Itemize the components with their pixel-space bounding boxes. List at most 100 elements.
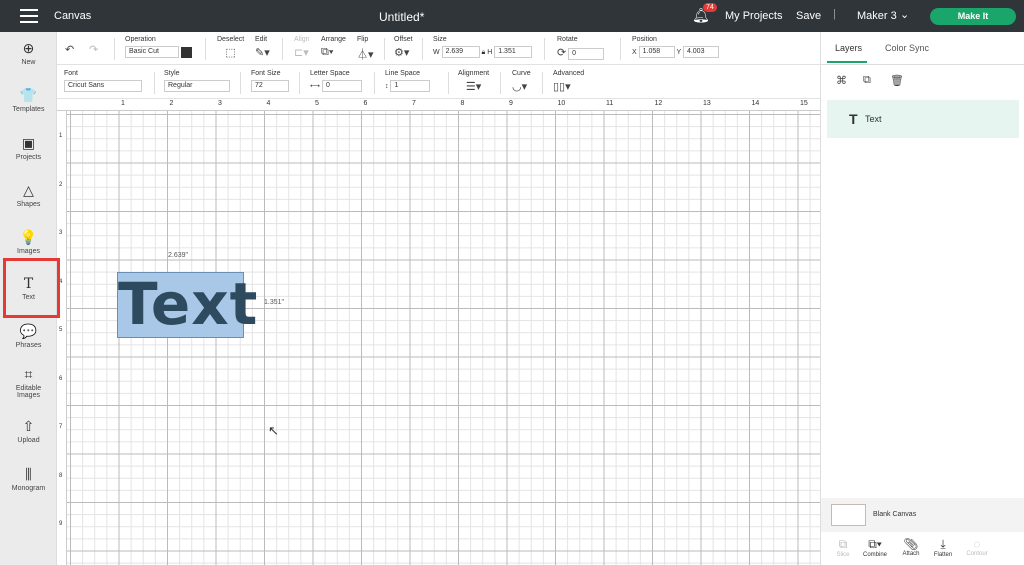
shirt-icon: 👕 [19, 87, 38, 103]
divider: | [833, 8, 836, 20]
undo-icon[interactable]: ↶ [65, 43, 74, 56]
sidebar-item-shapes[interactable]: △ Shapes [0, 182, 57, 208]
pencil-icon[interactable]: ✎▾ [255, 47, 270, 59]
text-object[interactable]: Text [117, 272, 257, 338]
line-space-icon: ↕ [385, 82, 389, 90]
upload-icon: ⇧ [22, 418, 35, 434]
advanced-label: Advanced [553, 70, 585, 77]
letter-space-input[interactable]: 0 [322, 80, 362, 92]
ruler-tick: 3 [59, 230, 63, 236]
sidebar-item-images[interactable]: 💡 Images [0, 229, 57, 255]
project-title: Untitled* [379, 10, 425, 24]
height-dimension: 1.351" [264, 299, 285, 306]
h-label: H [487, 48, 493, 56]
speech-bubble-icon: 💬 [19, 323, 38, 339]
blank-canvas-label: Blank Canvas [873, 511, 917, 518]
width-input[interactable]: 2.639 [441, 46, 480, 58]
chevron-down-icon[interactable]: ⌄ [900, 8, 909, 21]
projects-icon: ▣ [21, 135, 36, 151]
label: New [21, 59, 36, 66]
ruler-tick: 10 [557, 100, 566, 107]
make-it-button[interactable]: Make It [930, 8, 1016, 25]
letter-space-label: Letter Space [310, 70, 350, 77]
save-button[interactable]: Save [796, 10, 821, 22]
height-input[interactable]: 1.351 [494, 46, 533, 58]
style-select[interactable]: Regular [164, 80, 230, 92]
edit-toolbar: ↶ ↷ Operation Basic Cut Deselect ⬚ Edit ✎▾ … [57, 32, 820, 65]
ruler-tick: 4 [266, 100, 271, 107]
ruler-tick: 9 [59, 521, 63, 527]
x-label: X [632, 48, 637, 56]
flip-icon[interactable]: ⏃▾ [357, 49, 374, 61]
tab-color-sync[interactable]: Color Sync [885, 43, 929, 53]
tab-layers[interactable]: Layers [835, 43, 862, 53]
blank-canvas-row[interactable]: Blank Canvas [821, 498, 1024, 532]
align-icon[interactable]: ⊏▾ [294, 47, 309, 59]
machine-select[interactable]: Maker 3 [857, 10, 897, 22]
ruler-tick: 6 [59, 375, 63, 382]
label: Images [17, 392, 40, 399]
deselect-icon[interactable]: ⬚ [225, 47, 235, 59]
ruler-tick: 2 [169, 100, 174, 107]
ruler-tick: 1 [121, 100, 125, 107]
style-label: Style [164, 70, 180, 77]
curve-icon[interactable]: ◡▾ [512, 81, 527, 93]
contour-button[interactable]: ◌ Contour [957, 537, 997, 557]
label: Phrases [15, 342, 42, 349]
label: Monogram [11, 485, 46, 492]
curve-label: Curve [512, 70, 531, 77]
font-label: Font [64, 70, 79, 77]
sidebar-item-monogram[interactable]: ⫼ Monogram [0, 466, 57, 492]
arrange-icon[interactable]: ⧉▾ [321, 46, 333, 58]
ruler-tick: 8 [460, 100, 465, 107]
offset-icon[interactable]: ⚙▾ [394, 47, 409, 59]
y-label: Y [676, 48, 681, 56]
sidebar-item-editable-images[interactable]: ⌗ Editable Images [0, 366, 57, 399]
operation-select[interactable]: Basic Cut [125, 46, 179, 58]
ruler-tick: 7 [59, 424, 63, 430]
size-label: Size [433, 36, 447, 43]
menu-icon[interactable] [20, 9, 38, 23]
rotate-input[interactable]: 0 [568, 48, 605, 61]
canvas-grid[interactable] [67, 111, 820, 565]
redo-icon[interactable]: ↷ [89, 43, 98, 56]
group-icon[interactable]: ⌘ [836, 74, 847, 87]
sidebar-item-templates[interactable]: 👕 Templates [0, 87, 57, 113]
font-size-label: Font Size [251, 70, 281, 77]
arrange-label: Arrange [321, 36, 346, 43]
advanced-icon[interactable]: ▯▯▾ [553, 81, 571, 93]
line-space-input[interactable]: 1 [390, 80, 431, 92]
font-size-input[interactable]: 72 [251, 80, 289, 92]
letter-space-icon: ⟷ [310, 82, 321, 90]
text-highlight-box [3, 258, 60, 318]
line-space-label: Line Space [385, 70, 421, 77]
duplicate-icon[interactable]: ⧉ [863, 74, 871, 87]
font-select[interactable]: Cricut Sans [64, 80, 142, 92]
ruler-tick: 12 [654, 100, 663, 107]
align-label: Align [294, 36, 310, 43]
color-swatch[interactable] [180, 46, 192, 58]
combine-button[interactable]: ⧉▾ Combine [855, 537, 895, 558]
ruler-tick: 7 [412, 100, 416, 107]
ruler-tick: 2 [59, 181, 63, 188]
contour-icon: ◌ [973, 537, 981, 551]
operation-label: Operation [125, 36, 156, 43]
sidebar-item-upload[interactable]: ⇧ Upload [0, 418, 57, 444]
x-input[interactable]: 1.058 [638, 46, 675, 58]
sidebar-item-projects[interactable]: ▣ Projects [0, 135, 57, 161]
y-input[interactable]: 4.003 [682, 46, 719, 58]
layer-item-text[interactable]: T Text [827, 100, 1019, 138]
ruler-tick: 5 [59, 327, 63, 333]
lock-icon[interactable]: 🔒︎ [482, 49, 486, 56]
deselect-label: Deselect [217, 36, 245, 43]
lightbulb-icon: 💡 [19, 229, 38, 245]
alignment-label: Alignment [458, 70, 490, 77]
alignment-icon[interactable]: ☰▾ [466, 81, 481, 93]
ruler-tick: 15 [800, 100, 808, 107]
sidebar-item-new[interactable]: ⊕ New [0, 40, 57, 66]
sidebar-item-phrases[interactable]: 💬 Phrases [0, 323, 57, 349]
trash-icon[interactable]: 🗑︎ [890, 74, 904, 87]
text-layer-icon: T [849, 111, 858, 127]
layer-name: Text [865, 114, 882, 124]
my-projects-link[interactable]: My Projects [725, 10, 782, 22]
